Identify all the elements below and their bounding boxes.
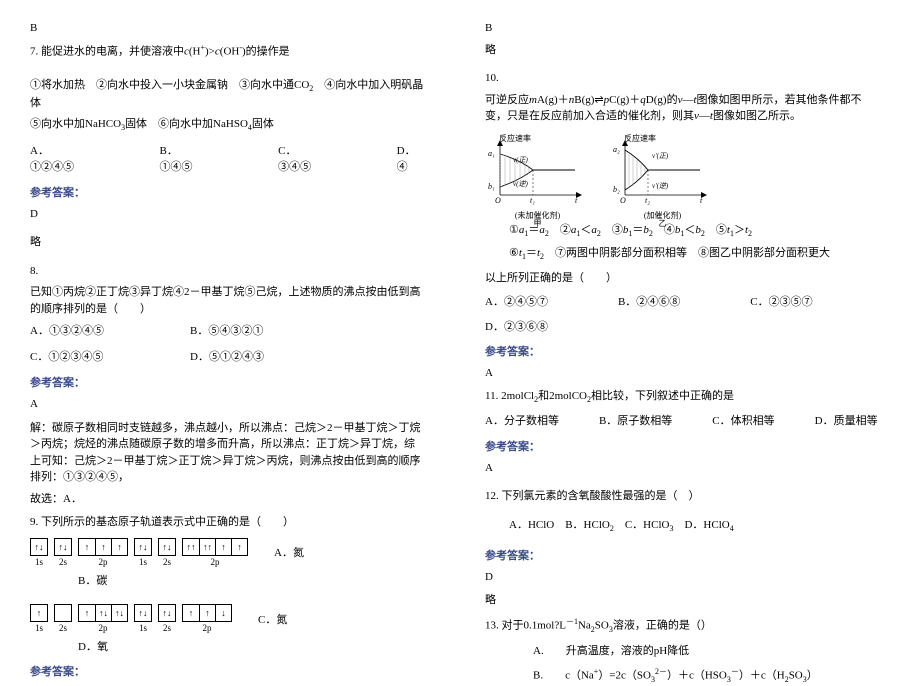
svg-text:a₂: a₂ [613, 145, 620, 154]
choice-c: C．③④⑤ [278, 142, 327, 174]
orbital-diagram-c: ↑ 1s 2s ↑↑↓↑↓ 2p ↑↓ 1s ↑↓ 2s ↑↑↓ 2p C．氮 [30, 604, 425, 633]
question-7-options-2: ⑤向水中加NaHCO3固体 ⑥向水中加NaHSO4固体 [30, 116, 425, 134]
answer-label: 参考答案： [30, 374, 425, 390]
svg-text:v(正): v(正) [513, 156, 528, 164]
question-7-stem: 7. 能促进水的电离，并使溶液中c(H+)>c(OH-)的操作是 [30, 42, 425, 60]
text-block: B [30, 20, 425, 37]
choice-d: D．⑤①②④③ [190, 348, 264, 364]
question-11-choices: A．分子数相等 B．原子数相等 C．体积相等 D．质量相等 [485, 412, 880, 428]
answer-note: 略 [485, 592, 880, 609]
choice-d: D．④ [397, 142, 425, 174]
svg-text:t₂: t₂ [645, 196, 650, 205]
question-11-stem: 11. 2molCl2和2molCO2相比较，下列叙述中正确的是 [485, 388, 880, 406]
answer-label: 参考答案： [485, 438, 880, 454]
choice-c: C．体积相等 [712, 412, 774, 428]
question-9-stem: 9. 下列所示的基态原子轨道表示式中正确的是（ ） [30, 514, 425, 531]
answer-label: 参考答案： [30, 663, 425, 679]
text-block: B [485, 20, 880, 37]
choice-b: B．①④⑤ [160, 142, 209, 174]
answer-note: 略 [30, 234, 425, 251]
explanation-2: 故选：A． [30, 491, 425, 508]
text-block: 略 [485, 42, 880, 59]
svg-text:v'(正): v'(正) [652, 152, 669, 160]
answer-text: D [485, 569, 880, 586]
choice-a: A．分子数相等 [485, 412, 559, 428]
choice-b: B．⑤④③②① [190, 322, 263, 338]
choice-a: A．②④⑤⑦ [485, 293, 548, 309]
question-12-stem: 12. 下列氯元素的含氧酸酸性最强的是（ ） [485, 488, 880, 505]
question-10-statements-2: ⑥t1＝t2 ⑦两图中阴影部分面积相等 ⑧图乙中阴影部分面积更大 [485, 245, 880, 263]
choice-c: C．②③⑤⑦ [750, 293, 812, 309]
svg-text:t₁: t₁ [530, 196, 535, 205]
question-10-choices: A．②④⑤⑦ B．②④⑥⑧ C．②③⑤⑦ [485, 293, 880, 309]
diagram-yi: 反应速率 a₂ b₂ v'(正) v'(逆) t₂ t O [610, 132, 715, 212]
question-8-body: 已知①丙烷②正丁烷③异丁烷④2－甲基丁烷⑤己烷，上述物质的沸点按由低到高的顺序排… [30, 284, 425, 317]
answer-text: A [485, 365, 880, 382]
answer-label: 参考答案： [485, 547, 880, 563]
option-a: A．氮 [274, 544, 304, 560]
svg-text:O: O [495, 196, 501, 205]
svg-text:O: O [620, 196, 626, 205]
svg-text:b₂: b₂ [613, 185, 620, 194]
rate-diagrams: 反应速率 a₁ b₁ v(正) v(逆) [485, 132, 880, 212]
svg-text:a₁: a₁ [488, 149, 495, 158]
diagram-jia: 反应速率 a₁ b₁ v(正) v(逆) [485, 132, 590, 212]
svg-text:反应速率: 反应速率 [624, 133, 656, 143]
answer-label: 参考答案： [485, 343, 880, 359]
left-column: B 7. 能促进水的电离，并使溶液中c(H+)>c(OH-)的操作是 ①将水加热… [0, 0, 455, 651]
question-8-stem: 8. [30, 263, 425, 280]
svg-text:v'(逆): v'(逆) [652, 182, 669, 190]
choice-a: A．①②④⑤ [30, 142, 90, 174]
choice-d: D．②③⑥⑧ [485, 319, 880, 336]
question-7-options: ①将水加热 ②向水中投入一小块金属钠 ③向水中通CO2 ④向水中加入明矾晶体 [30, 77, 425, 112]
orbital-diagram-a: ↑↓ 1s ↑↓ 2s ↑↑↑ 2p ↑↓ 1s ↑↓ 2s ↑↑↑↑↑↑ 2p… [30, 538, 425, 567]
question-10-conclusion: 以上所列正确的是（ ） [485, 270, 880, 287]
question-10-body: 可逆反应mA(g)＋nB(g)⇌pC(g)＋qD(g)的v—t图像如图甲所示，若… [485, 92, 880, 125]
answer-text: A [485, 460, 880, 477]
question-10-stem: 10. [485, 70, 880, 87]
explanation: 解：碳原子数相同时支链越多，沸点越小，所以沸点：己烷＞2－甲基丁烷＞丁烷＞丙烷；… [30, 420, 425, 486]
svg-text:反应速率: 反应速率 [499, 133, 531, 143]
svg-text:b₁: b₁ [488, 182, 495, 191]
question-7-choices: A．①②④⑤ B．①④⑤ C．③④⑤ D．④ [30, 142, 425, 174]
question-8-choices-1: A．①③②④⑤ B．⑤④③②① [30, 322, 425, 338]
question-12-choices: A．HClO B．HClO2 C．HClO3 D．HClO4 [485, 517, 880, 535]
option-c: C．氮 [258, 611, 287, 627]
question-8-choices-2: C．①②③④⑤ D．⑤①②④③ [30, 348, 425, 364]
choice-b: B．②④⑥⑧ [618, 293, 680, 309]
choice-b: B．原子数相等 [599, 412, 672, 428]
answer-label: 参考答案： [30, 184, 425, 200]
answer-text: D [30, 206, 425, 223]
svg-text:t: t [575, 196, 578, 205]
choice-d: D．质量相等 [815, 412, 878, 428]
question-13-b: B. c（Na+）=2c（SO32－）＋c（HSO3－）＋c（H2SO3） [485, 666, 880, 686]
svg-text:t: t [700, 196, 703, 205]
choice-c: C．①②③④⑤ [30, 348, 150, 364]
choice-a: A．①③②④⑤ [30, 322, 150, 338]
answer-text: A [30, 396, 425, 413]
option-d: D．氧 [30, 639, 425, 656]
right-column: B 略 10. 可逆反应mA(g)＋nB(g)⇌pC(g)＋qD(g)的v—t图… [455, 0, 920, 651]
question-13-stem: 13. 对于0.1mol?L－1Na2SO3溶液，正确的是（） [485, 616, 880, 636]
svg-text:v(逆): v(逆) [513, 180, 528, 188]
option-b: B．碳 [30, 573, 425, 590]
